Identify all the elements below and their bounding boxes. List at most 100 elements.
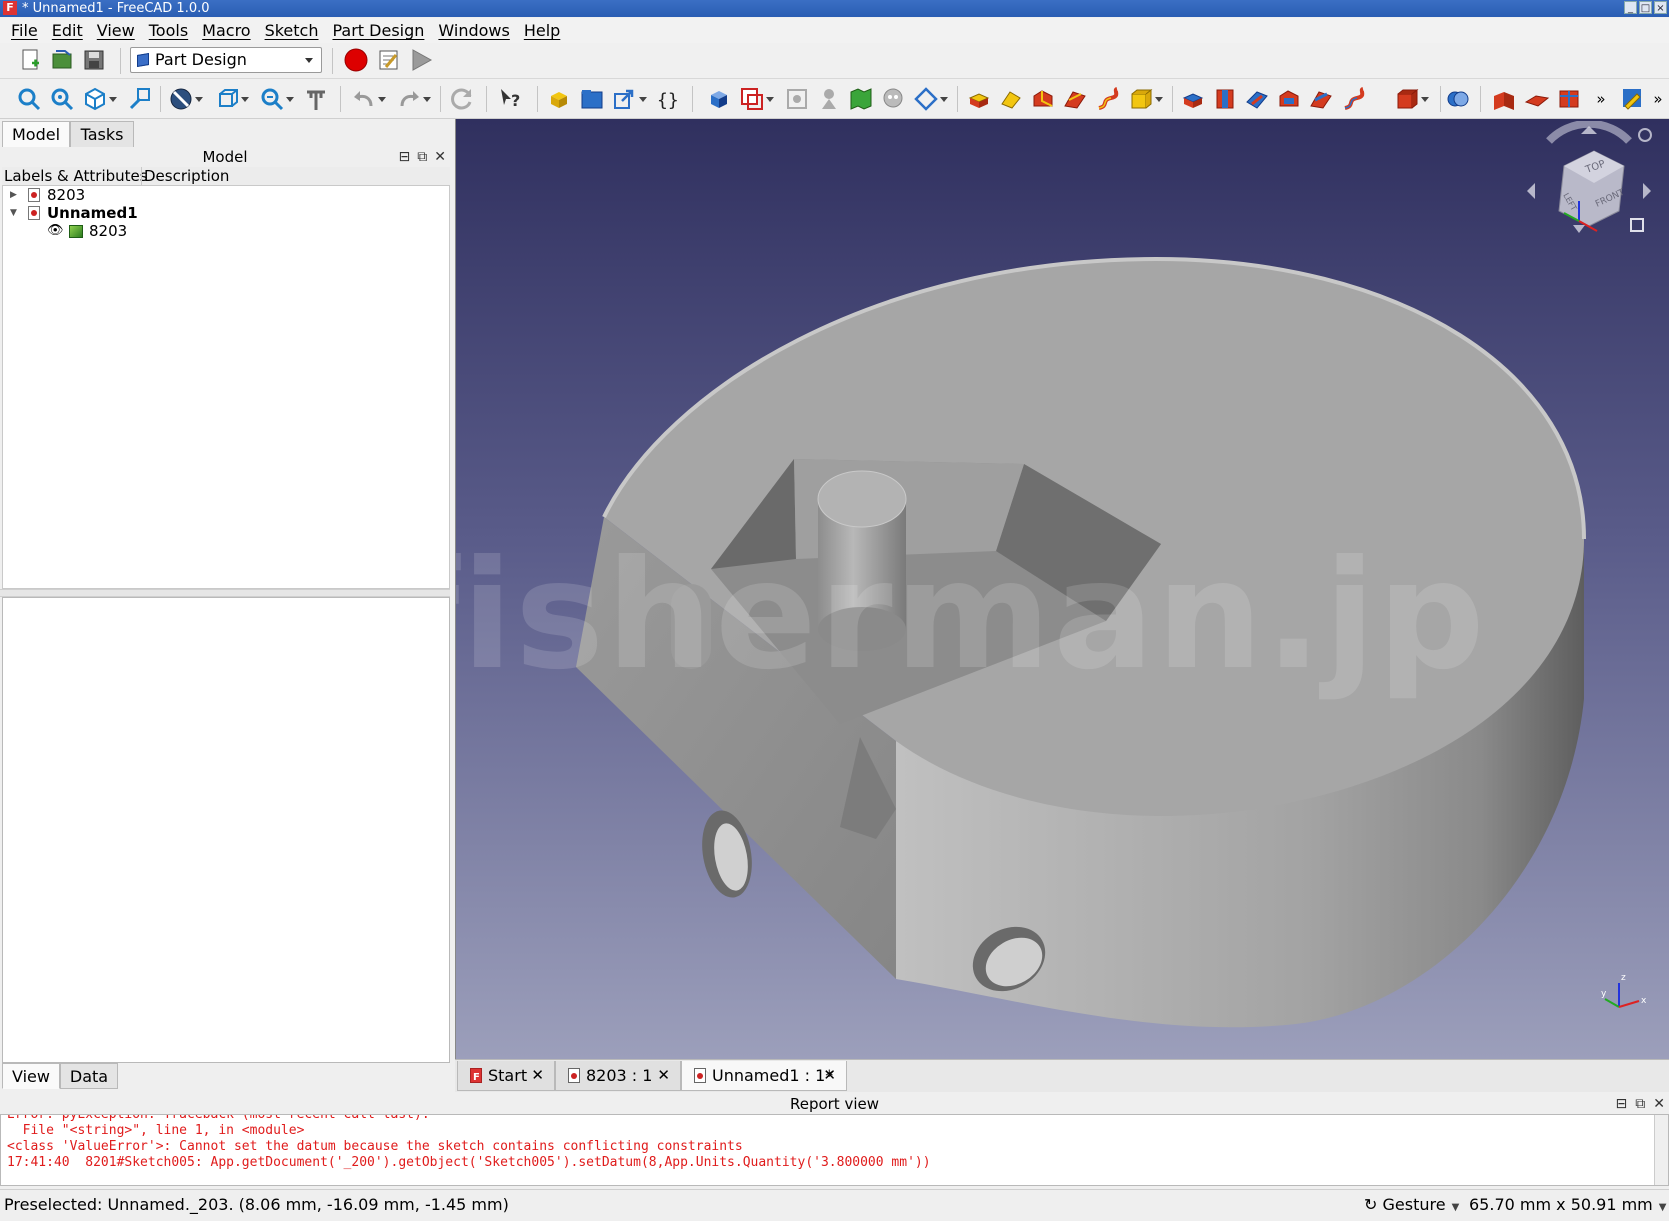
menu-tools[interactable]: Tools bbox=[144, 21, 197, 40]
pocket-icon[interactable] bbox=[1180, 86, 1206, 112]
clone-icon[interactable] bbox=[880, 86, 906, 112]
additive-helix-icon[interactable] bbox=[1094, 86, 1120, 112]
whats-this-icon[interactable]: ? bbox=[497, 86, 523, 112]
panel-close-icon[interactable]: ✕ bbox=[1653, 1096, 1665, 1112]
zoom-icon[interactable] bbox=[259, 86, 294, 112]
caret-down-icon[interactable]: ▼ bbox=[10, 204, 20, 222]
panel-dock-icon[interactable]: ⊟ bbox=[399, 149, 411, 165]
fit-all-icon[interactable] bbox=[16, 86, 42, 112]
macro-edit-icon[interactable] bbox=[376, 47, 402, 73]
report-view[interactable]: Error: pyException: Traceback (most rece… bbox=[0, 1114, 1669, 1186]
navigation-style-selector[interactable]: ↻ Gesture ▼ bbox=[1364, 1190, 1459, 1221]
measure-icon[interactable] bbox=[303, 86, 329, 112]
close-icon[interactable]: ✕ bbox=[531, 1061, 544, 1090]
additive-pipe-icon[interactable] bbox=[1062, 86, 1088, 112]
save-document-icon[interactable] bbox=[81, 47, 107, 73]
validate-sketch-icon[interactable] bbox=[784, 86, 810, 112]
linear-pattern-icon[interactable] bbox=[1524, 86, 1550, 112]
panel-splitter[interactable] bbox=[0, 589, 450, 597]
macro-record-icon[interactable] bbox=[343, 47, 369, 73]
property-tabs: View Data bbox=[0, 1063, 450, 1090]
tree-item-unnamed1[interactable]: ▼ Unnamed1 bbox=[3, 204, 449, 222]
minimize-button[interactable]: _ bbox=[1624, 1, 1637, 14]
tree-item-8203-body[interactable]: 👁 8203 bbox=[3, 222, 449, 240]
multi-transform-icon[interactable] bbox=[1557, 86, 1583, 112]
subtractive-loft-icon[interactable] bbox=[1276, 86, 1302, 112]
draw-style-icon[interactable] bbox=[168, 86, 203, 112]
export-icon[interactable] bbox=[612, 86, 647, 112]
main-toolbar: Part Design bbox=[0, 43, 1669, 79]
subtractive-helix-icon[interactable] bbox=[1340, 86, 1366, 112]
revolution-icon[interactable] bbox=[998, 86, 1024, 112]
3d-viewport[interactable]: © fisherman.jp TOP FRONT LEFT z y x bbox=[455, 119, 1669, 1059]
sketcher-icon[interactable] bbox=[1620, 86, 1646, 112]
redo-icon[interactable] bbox=[396, 86, 431, 112]
new-document-icon[interactable] bbox=[17, 47, 43, 73]
eye-icon[interactable]: 👁 bbox=[47, 222, 64, 240]
attach-sketch-icon[interactable] bbox=[816, 86, 842, 112]
tab-data[interactable]: Data bbox=[60, 1063, 118, 1089]
additive-loft-icon[interactable] bbox=[1030, 86, 1056, 112]
panel-close-icon[interactable]: ✕ bbox=[434, 149, 446, 165]
panel-float-icon[interactable]: ⧉ bbox=[1635, 1096, 1645, 1112]
datum-plane-icon[interactable] bbox=[913, 86, 948, 112]
open-document-icon[interactable] bbox=[49, 47, 75, 73]
additive-primitive-icon[interactable] bbox=[1128, 86, 1163, 112]
menu-edit[interactable]: Edit bbox=[47, 21, 92, 40]
tab-tasks[interactable]: Tasks bbox=[70, 121, 134, 148]
refresh-icon[interactable] bbox=[449, 86, 475, 112]
tab-view[interactable]: View bbox=[2, 1063, 60, 1089]
pad-icon[interactable] bbox=[966, 86, 992, 112]
property-view bbox=[2, 597, 450, 1063]
combo-view-tabs: Model Tasks bbox=[0, 119, 455, 148]
menu-sketch[interactable]: Sketch bbox=[260, 21, 328, 40]
subtractive-primitive-icon[interactable] bbox=[1394, 86, 1429, 112]
menu-help[interactable]: Help bbox=[519, 21, 569, 40]
boolean-icon[interactable] bbox=[1445, 86, 1471, 112]
axis-x-label: x bbox=[1641, 996, 1647, 1006]
create-body-icon[interactable] bbox=[546, 86, 572, 112]
column-description[interactable]: Description bbox=[141, 167, 229, 186]
macro-run-icon[interactable] bbox=[408, 47, 434, 73]
bounding-box-icon[interactable] bbox=[214, 86, 249, 112]
panel-dock-icon[interactable]: ⊟ bbox=[1616, 1096, 1628, 1112]
body-icon[interactable] bbox=[706, 86, 732, 112]
doc-tab-8203[interactable]: 8203 : 1 ✕ bbox=[555, 1061, 681, 1091]
menu-view[interactable]: View bbox=[92, 21, 144, 40]
workbench-selector[interactable]: Part Design bbox=[130, 47, 322, 73]
doc-tab-unnamed1[interactable]: Unnamed1 : 1* ✕ bbox=[681, 1061, 847, 1091]
report-scrollbar[interactable] bbox=[1654, 1115, 1668, 1185]
create-sketch-icon[interactable] bbox=[739, 86, 774, 112]
tree-item-8203-doc[interactable]: ▶ 8203 bbox=[3, 186, 449, 204]
tab-model[interactable]: Model bbox=[2, 121, 70, 148]
mirrored-icon[interactable] bbox=[1491, 86, 1517, 112]
menu-windows[interactable]: Windows bbox=[433, 21, 518, 40]
panel-float-icon[interactable]: ⧉ bbox=[417, 149, 427, 165]
caret-right-icon[interactable]: ▶ bbox=[10, 186, 20, 204]
dimension-readout[interactable]: 65.70 mm x 50.91 mm ▼ bbox=[1469, 1190, 1666, 1221]
undo-icon[interactable] bbox=[351, 86, 386, 112]
close-icon[interactable]: ✕ bbox=[823, 1061, 836, 1090]
toolbar-overflow-icon[interactable]: » bbox=[1588, 86, 1614, 112]
close-icon[interactable]: ✕ bbox=[657, 1061, 670, 1090]
menu-part-design[interactable]: Part Design bbox=[327, 21, 433, 40]
expression-icon[interactable]: {} bbox=[656, 86, 682, 112]
navigation-cube[interactable]: TOP FRONT LEFT bbox=[1519, 121, 1659, 261]
doc-tab-label: Unnamed1 : 1* bbox=[712, 1066, 834, 1085]
toolbar-overflow-icon-2[interactable]: » bbox=[1645, 86, 1669, 112]
map-sketch-icon[interactable] bbox=[848, 86, 874, 112]
groove-icon[interactable] bbox=[1244, 86, 1270, 112]
create-part-icon[interactable] bbox=[579, 86, 605, 112]
menu-macro[interactable]: Macro bbox=[197, 21, 259, 40]
subtractive-pipe-icon[interactable] bbox=[1308, 86, 1334, 112]
fit-selection-icon[interactable] bbox=[49, 86, 75, 112]
column-labels[interactable]: Labels & Attributes bbox=[4, 167, 148, 186]
view-cube-icon[interactable] bbox=[82, 86, 117, 112]
measure-view-icon[interactable] bbox=[127, 86, 153, 112]
doc-tab-start[interactable]: Start ✕ bbox=[457, 1061, 555, 1092]
hole-icon[interactable] bbox=[1212, 86, 1238, 112]
workbench-label: Part Design bbox=[155, 50, 247, 69]
maximize-button[interactable]: □ bbox=[1639, 1, 1652, 14]
menu-file[interactable]: File bbox=[6, 21, 47, 40]
close-window-button[interactable]: × bbox=[1654, 1, 1667, 14]
